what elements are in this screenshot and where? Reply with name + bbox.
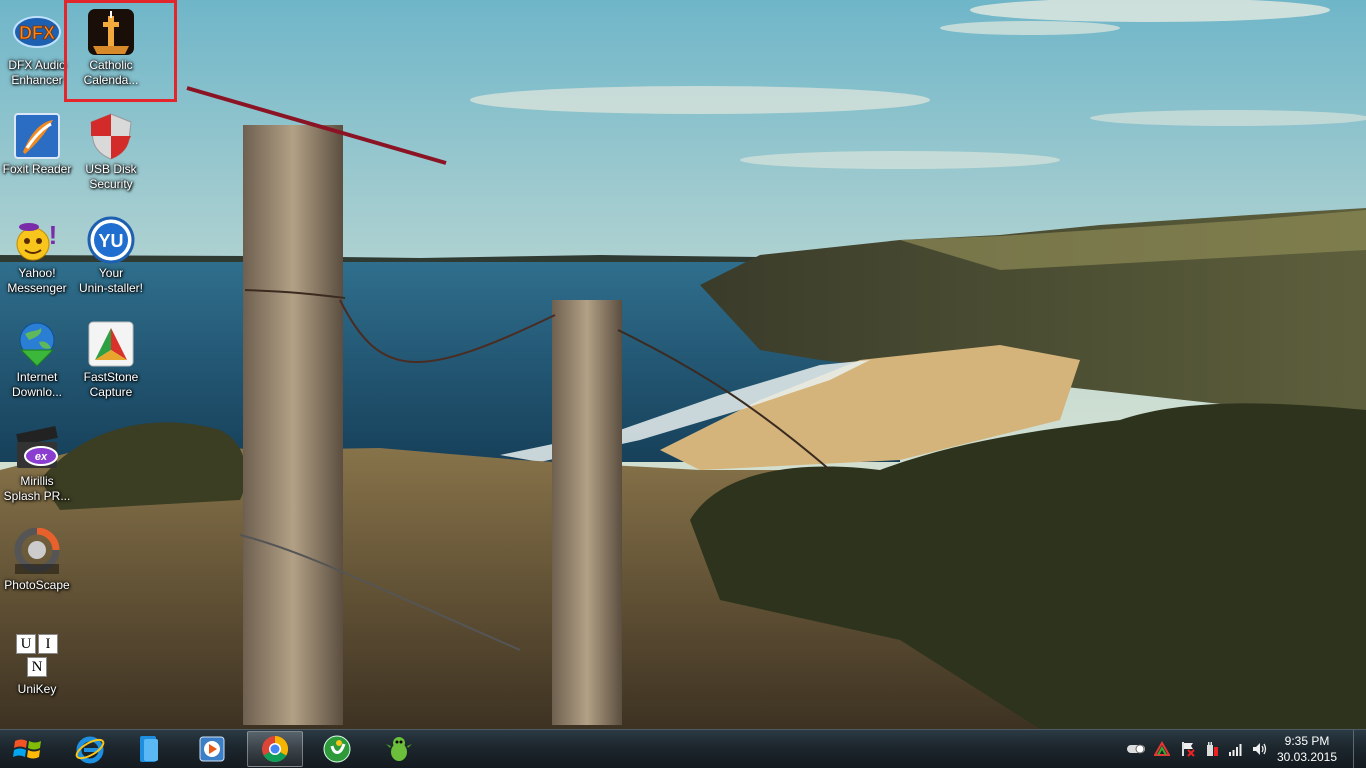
desktop-icon-internet-download-manager[interactable]: Internet Downlo... [0,316,74,412]
taskbar-game[interactable] [371,731,427,767]
chrome-icon [262,735,289,763]
desktop-icon-label: PhotoScape [4,578,70,592]
desktop-icon-label: Foxit Reader [2,162,72,176]
taskbar-chrome[interactable] [247,731,303,767]
folder-icon [140,736,158,762]
unikey-icon: U I N [13,632,61,680]
desktop-icon-foxit-reader[interactable]: Foxit Reader [0,108,74,204]
svg-text:ex: ex [35,451,48,463]
svg-text:!: ! [49,220,58,250]
unikey-letter: I [38,634,58,654]
desktop-icon-label: USB Disk [85,162,137,176]
coccoc-icon [323,735,351,763]
desktop-icon-label: Downlo... [11,385,63,399]
desktop-wallpaper [0,0,1366,729]
dfx-icon: DFX [13,8,61,56]
photoscape-icon [13,527,61,576]
desktop-icon-yahoo-messenger[interactable]: ! Yahoo! Messenger [0,212,74,308]
highlight-rectangle [64,0,177,102]
your-uninstaller-icon: YU [87,216,135,264]
desktop-icon-faststone-capture[interactable]: FastStone Capture [74,316,148,412]
svg-text:DFX: DFX [19,23,55,43]
desktop-icon-mirillis-splash[interactable]: ex Mirillis Splash PR... [0,420,74,516]
desktop-icon-label: UniKey [17,682,57,696]
desktop-icon-label: Your [98,266,124,280]
desktop-icon-label: FastStone [83,370,139,384]
faststone-icon [87,320,135,368]
network-signal-icon[interactable] [1228,741,1244,757]
desktop-icon-label: Unin-staller! [78,281,144,295]
start-button[interactable] [0,731,56,767]
svg-text:YU: YU [98,231,123,251]
flag-error-icon[interactable] [1180,741,1196,757]
yahoo-icon: ! [13,216,61,264]
desktop-icon-unikey[interactable]: U I N UniKey [0,628,74,724]
taskbar: 9:35 PM 30.03.2015 [0,729,1366,768]
show-desktop-button[interactable] [1353,730,1366,768]
system-tray: 9:35 PM 30.03.2015 [1106,730,1366,768]
taskbar-coccoc[interactable] [309,731,365,767]
dragon-icon [386,737,412,761]
clock-time: 9:35 PM [1284,734,1330,748]
idm-icon [13,320,61,368]
desktop-icon-label: Enhancer [11,73,63,87]
desktop-icon-label: Yahoo! [18,266,56,280]
desktop-icon-label: Splash PR... [3,489,71,503]
ie-icon [75,736,105,764]
taskbar-clock[interactable]: 9:35 PM 30.03.2015 [1272,733,1342,765]
foxit-icon [13,112,61,160]
taskbar-file-explorer[interactable] [120,731,176,767]
volume-icon[interactable] [1252,741,1268,757]
taskbar-media-player[interactable] [184,731,240,767]
desktop-icon-label: Mirillis [20,474,54,488]
unikey-tray-icon[interactable] [1154,741,1170,757]
toggle-icon[interactable] [1126,741,1146,757]
desktop-icon-label: Internet [16,370,58,384]
desktop-icon-your-uninstaller[interactable]: YU Your Unin-staller! [74,212,148,308]
power-icon[interactable] [1204,741,1220,757]
desktop-icon-label: Security [89,177,133,191]
desktop-icon-usb-disk-security[interactable]: USB Disk Security [74,108,148,204]
desktop-icon-label: Capture [89,385,133,399]
clock-date: 30.03.2015 [1276,750,1338,764]
desktop-icon-dfx-audio-enhancer[interactable]: DFX DFX Audio Enhancer [0,4,74,100]
desktop-icon-label: Messenger [7,281,67,295]
unikey-letter: U [16,634,36,654]
unikey-letter: N [27,657,47,677]
windows-start-icon [13,739,41,759]
desktop-icon-photoscape[interactable]: PhotoScape [0,524,74,620]
mirillis-icon: ex [13,424,61,472]
taskbar-internet-explorer[interactable] [62,731,118,767]
usb-shield-icon [87,112,135,160]
media-player-icon [199,736,225,762]
desktop-icon-label: DFX Audio [8,58,66,72]
